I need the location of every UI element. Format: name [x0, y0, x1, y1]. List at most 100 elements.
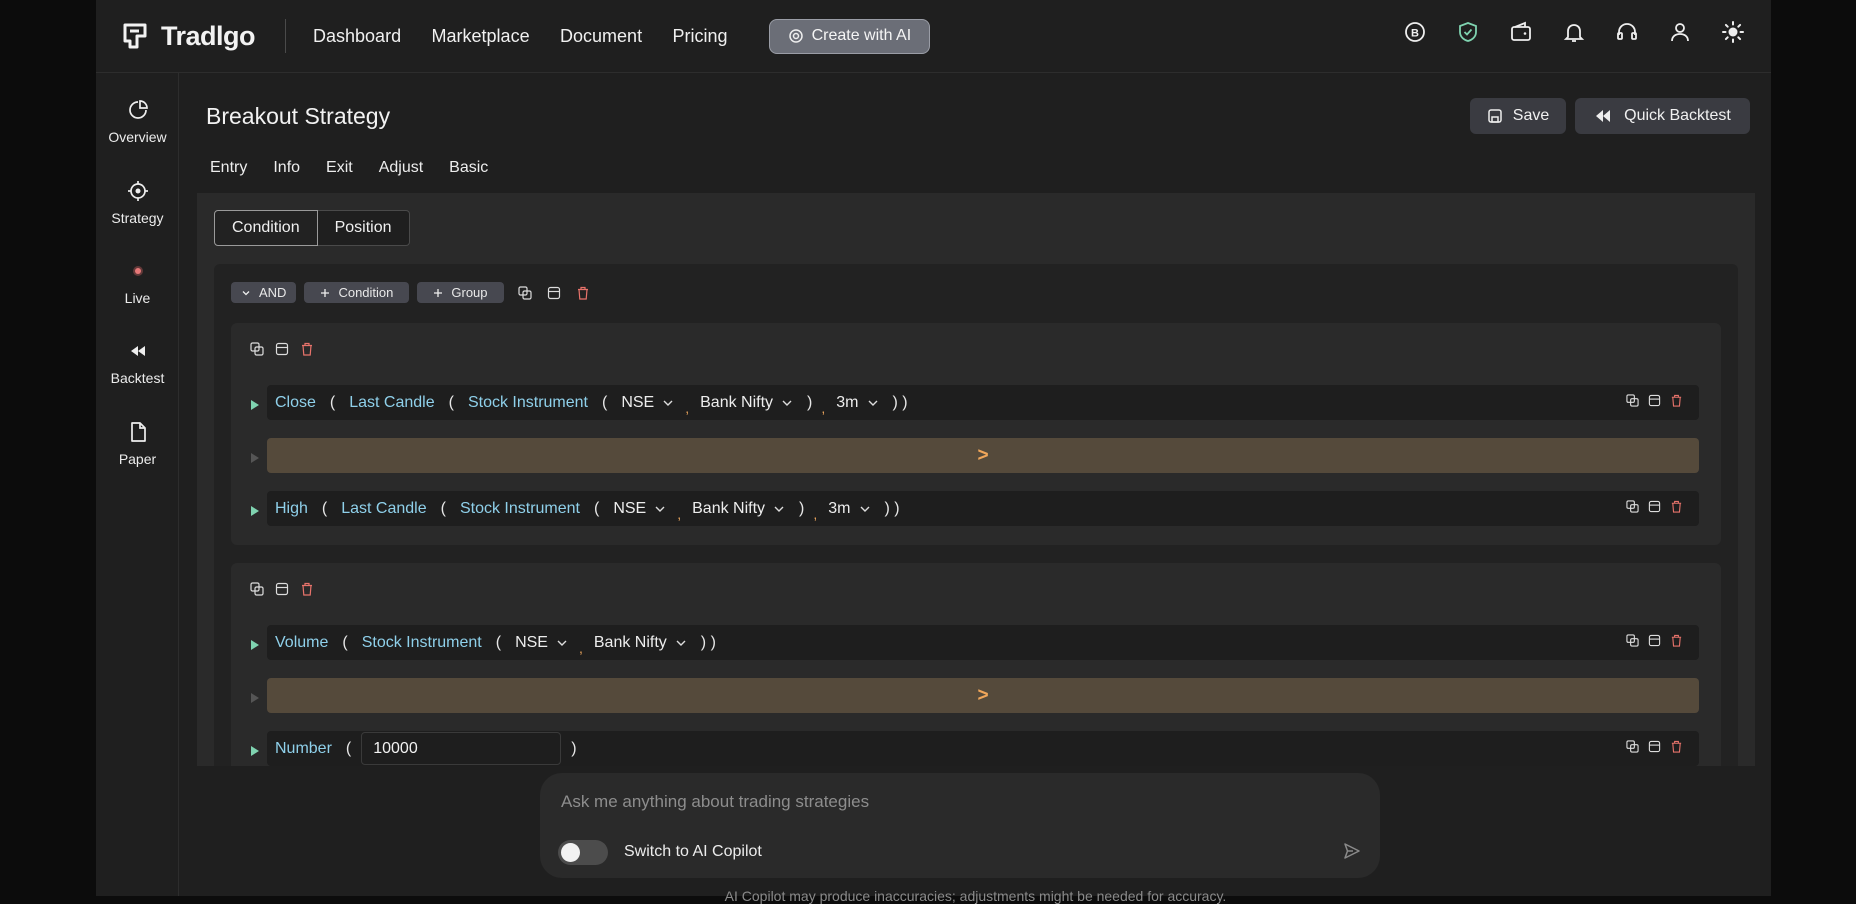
- ai-disclaimer: AI Copilot may produce inaccuracies; adj…: [724, 888, 1227, 904]
- save-icon[interactable]: [274, 341, 289, 356]
- exchange-dropdown[interactable]: NSE: [621, 394, 674, 412]
- headset-icon[interactable]: [1615, 20, 1639, 44]
- openai-icon: [788, 29, 803, 43]
- brand-name: Tradlgo: [161, 20, 256, 51]
- nav-pricing[interactable]: Pricing: [673, 26, 728, 46]
- paren: ): [799, 499, 805, 517]
- function-token[interactable]: Stock Instrument: [362, 634, 482, 652]
- wallet-icon[interactable]: [1509, 20, 1533, 44]
- ai-chat-box: Ask me anything about trading strategies…: [540, 773, 1380, 878]
- user-icon[interactable]: [1668, 20, 1692, 44]
- copy-icon[interactable]: [1626, 393, 1639, 412]
- delete-icon[interactable]: [299, 341, 314, 356]
- brand-logo-icon: [123, 23, 147, 49]
- tab-basic[interactable]: Basic: [449, 159, 488, 177]
- delete-icon[interactable]: [1670, 634, 1683, 652]
- symbol-dropdown[interactable]: Bank Nifty: [692, 500, 785, 518]
- copy-icon[interactable]: [518, 285, 533, 300]
- expand-arrow-icon[interactable]: [251, 453, 259, 463]
- function-token[interactable]: Number: [275, 740, 332, 758]
- copy-icon[interactable]: [249, 581, 264, 596]
- tab-exit[interactable]: Exit: [326, 159, 353, 177]
- symbol-dropdown[interactable]: Bank Nifty: [594, 634, 687, 652]
- shield-check-icon[interactable]: [1456, 20, 1480, 44]
- operand-row: Close ( Last Candle ( Stock Instrument (…: [267, 385, 1699, 420]
- chevron-down-icon: [655, 506, 665, 512]
- row-actions: [1626, 633, 1683, 652]
- exchange-dropdown[interactable]: NSE: [515, 634, 568, 652]
- segment-position[interactable]: Position: [317, 210, 410, 246]
- expand-arrow-icon[interactable]: [251, 746, 259, 756]
- sidebar-item-live[interactable]: Live: [96, 258, 179, 306]
- sun-icon[interactable]: [1721, 20, 1745, 44]
- sidebar-item-label: Live: [124, 290, 151, 306]
- function-token[interactable]: Volume: [275, 634, 328, 652]
- operand-row: High ( Last Candle ( Stock Instrument ( …: [267, 491, 1699, 526]
- save-icon[interactable]: [1648, 500, 1661, 518]
- copy-icon[interactable]: [1626, 739, 1639, 758]
- symbol-dropdown[interactable]: Bank Nifty: [700, 394, 793, 412]
- chat-input[interactable]: Ask me anything about trading strategies: [561, 792, 869, 812]
- nav-document[interactable]: Document: [560, 26, 642, 46]
- broker-b-icon[interactable]: B: [1403, 20, 1427, 44]
- quick-backtest-button[interactable]: Quick Backtest: [1575, 98, 1750, 134]
- comparison-operator[interactable]: >: [267, 438, 1699, 473]
- copy-icon[interactable]: [1626, 633, 1639, 652]
- delete-icon[interactable]: [299, 581, 314, 596]
- expand-arrow-icon[interactable]: [251, 693, 259, 703]
- function-token[interactable]: Last Candle: [341, 500, 426, 518]
- expand-arrow-icon[interactable]: [251, 640, 259, 650]
- delete-icon[interactable]: [1670, 394, 1683, 412]
- delete-icon[interactable]: [1670, 740, 1683, 758]
- exchange-dropdown[interactable]: NSE: [613, 500, 666, 518]
- save-icon[interactable]: [1648, 394, 1661, 412]
- function-token[interactable]: Last Candle: [349, 394, 434, 412]
- expand-arrow-icon[interactable]: [251, 506, 259, 516]
- save-icon[interactable]: [274, 581, 289, 596]
- nav-marketplace[interactable]: Marketplace: [432, 26, 530, 46]
- sidebar-item-backtest[interactable]: Backtest: [96, 338, 179, 386]
- function-token[interactable]: Stock Instrument: [468, 394, 588, 412]
- bell-icon[interactable]: [1562, 20, 1586, 44]
- send-icon[interactable]: [1342, 841, 1362, 861]
- sidebar-item-overview[interactable]: Overview: [96, 97, 179, 145]
- save-icon[interactable]: [1648, 740, 1661, 758]
- function-token[interactable]: High: [275, 500, 308, 518]
- tab-info[interactable]: Info: [273, 159, 300, 177]
- sidebar-item-label: Strategy: [111, 210, 164, 226]
- sidebar-item-strategy[interactable]: Strategy: [96, 178, 179, 226]
- brand-logo[interactable]: Tradlgo: [121, 20, 256, 52]
- create-with-ai-label: Create with AI: [811, 27, 912, 44]
- paren: ) ): [700, 633, 716, 651]
- save-icon[interactable]: [1648, 634, 1661, 652]
- logic-operator-dropdown[interactable]: AND: [231, 282, 297, 303]
- add-group-button[interactable]: Group: [417, 282, 504, 303]
- copy-icon[interactable]: [1626, 499, 1639, 518]
- delete-icon[interactable]: [576, 285, 591, 300]
- comma: ,: [821, 399, 826, 416]
- chevron-down-icon: [242, 290, 250, 295]
- delete-icon[interactable]: [1670, 500, 1683, 518]
- timeframe-dropdown[interactable]: 3m: [836, 394, 878, 412]
- nav-dashboard[interactable]: Dashboard: [313, 26, 401, 46]
- chevron-down-icon: [860, 506, 869, 512]
- tab-entry[interactable]: Entry: [210, 159, 247, 177]
- ai-copilot-toggle[interactable]: [558, 840, 608, 865]
- paren: (: [440, 499, 446, 517]
- copy-icon[interactable]: [249, 341, 264, 356]
- create-with-ai-button[interactable]: Create with AI: [768, 18, 931, 54]
- comparison-operator[interactable]: >: [267, 678, 1699, 713]
- root-condition-group: AND Condition Group Close (Last Candle …: [214, 264, 1738, 766]
- segment-condition[interactable]: Condition: [214, 210, 318, 246]
- save-icon[interactable]: [547, 285, 562, 300]
- function-token[interactable]: Stock Instrument: [460, 500, 580, 518]
- expand-arrow-icon[interactable]: [251, 400, 259, 410]
- add-condition-button[interactable]: Condition: [304, 282, 410, 303]
- sidebar-item-paper[interactable]: Paper: [96, 419, 179, 467]
- timeframe-dropdown[interactable]: 3m: [828, 500, 870, 518]
- function-token[interactable]: Close: [275, 394, 316, 412]
- tab-adjust[interactable]: Adjust: [379, 159, 423, 177]
- condition-group: Close ( Last Candle ( Stock Instrument (…: [231, 323, 1721, 545]
- save-button[interactable]: Save: [1470, 98, 1566, 134]
- number-input[interactable]: 10000: [361, 732, 562, 765]
